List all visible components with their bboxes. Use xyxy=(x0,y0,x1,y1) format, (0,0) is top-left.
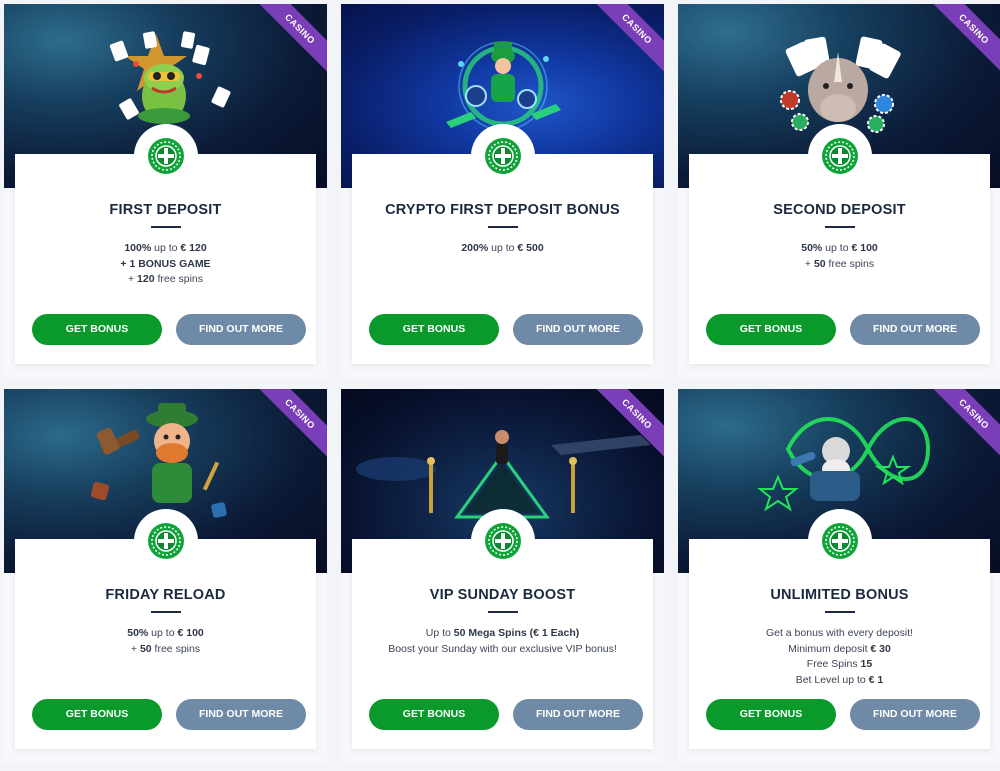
roulette-emblem xyxy=(133,124,198,188)
offer-title: FRIDAY RELOAD xyxy=(105,587,226,603)
description-line: 200% up to € 500 xyxy=(461,242,544,254)
get-bonus-button[interactable]: GET BONUS xyxy=(706,699,836,730)
description-line: 50% up to € 100 xyxy=(127,627,204,639)
offer-description: 100% up to € 120 + 1 BONUS GAME + 120 fr… xyxy=(23,241,308,288)
offer-description: Get a bonus with every deposit! Minimum … xyxy=(697,626,982,688)
description-line: Bet Level up to € 1 xyxy=(795,673,884,686)
find-out-more-button[interactable]: FIND OUT MORE xyxy=(513,699,643,730)
roulette-icon xyxy=(484,138,521,174)
offer-description: Up to 50 Mega Spins (€ 1 Each) Boost you… xyxy=(360,626,645,657)
find-out-more-button[interactable]: FIND OUT MORE xyxy=(513,314,643,345)
roulette-emblem xyxy=(470,509,535,573)
description-line: Boost your Sunday with our exclusive VIP… xyxy=(388,642,617,655)
description-line: 50% up to € 100 xyxy=(801,242,878,254)
roulette-icon xyxy=(484,523,521,559)
title-underline xyxy=(487,226,518,228)
offer-title: VIP SUNDAY BOOST xyxy=(429,587,576,603)
get-bonus-button[interactable]: GET BONUS xyxy=(706,314,836,345)
bonus-card: CASINO FIRST DEPOSIT 100% up to € 120 + … xyxy=(4,4,327,378)
bonus-card: CASINO FRIDAY RELOAD 50% up to € 100 + 5… xyxy=(4,389,327,763)
title-underline xyxy=(487,611,518,613)
offer-title: UNLIMITED BONUS xyxy=(770,587,909,603)
offer-title: SECOND DEPOSIT xyxy=(773,202,906,218)
get-bonus-button[interactable]: GET BONUS xyxy=(369,314,499,345)
get-bonus-button[interactable]: GET BONUS xyxy=(32,314,162,345)
description-line: + 50 free spins xyxy=(804,257,875,270)
roulette-emblem xyxy=(807,124,872,188)
find-out-more-button[interactable]: FIND OUT MORE xyxy=(176,314,306,345)
roulette-icon xyxy=(147,138,184,174)
bonus-card: CASINO CRYPTO FIRST DEPOSIT BONUS 200% u… xyxy=(341,4,664,378)
description-line: Up to 50 Mega Spins (€ 1 Each) xyxy=(425,627,580,639)
offer-title: FIRST DEPOSIT xyxy=(109,202,222,218)
title-underline xyxy=(824,226,855,228)
offer-panel: FIRST DEPOSIT 100% up to € 120 + 1 BONUS… xyxy=(15,124,316,364)
description-line: + 1 BONUS GAME xyxy=(120,257,211,270)
offer-panel: CRYPTO FIRST DEPOSIT BONUS 200% up to € … xyxy=(352,124,653,364)
roulette-icon xyxy=(821,523,858,559)
description-line: Free Spins 15 xyxy=(806,658,873,670)
find-out-more-button[interactable]: FIND OUT MORE xyxy=(850,314,980,345)
find-out-more-button[interactable]: FIND OUT MORE xyxy=(176,699,306,730)
description-line: Minimum deposit € 30 xyxy=(788,642,891,655)
offer-description: 50% up to € 100 + 50 free spins xyxy=(697,241,982,272)
offer-panel: SECOND DEPOSIT 50% up to € 100 + 50 free… xyxy=(689,124,990,364)
offer-panel: FRIDAY RELOAD 50% up to € 100 + 50 free … xyxy=(15,509,316,749)
description-line: 100% up to € 120 xyxy=(124,242,207,254)
roulette-icon xyxy=(147,523,184,559)
description-line: + 120 free spins xyxy=(127,273,204,285)
offer-description: 200% up to € 500 xyxy=(360,241,645,257)
title-underline xyxy=(150,226,181,228)
offer-panel: UNLIMITED BONUS Get a bonus with every d… xyxy=(689,509,990,749)
roulette-icon xyxy=(821,138,858,174)
bonus-card: CASINO VIP SUNDAY BOOST Up to 50 Mega Sp… xyxy=(341,389,664,763)
roulette-emblem xyxy=(133,509,198,573)
bonus-card: CASINO UNLIMITED BONUS Get a bonus with … xyxy=(678,389,1000,763)
description-line: + 50 free spins xyxy=(130,642,201,655)
offer-description: 50% up to € 100 + 50 free spins xyxy=(23,626,308,657)
bonus-card: CASINO SECOND DEPOSIT 50% up to € 100 + … xyxy=(678,4,1000,378)
title-underline xyxy=(824,611,855,613)
title-underline xyxy=(150,611,181,613)
description-line: Get a bonus with every deposit! xyxy=(765,627,914,639)
get-bonus-button[interactable]: GET BONUS xyxy=(32,699,162,730)
roulette-emblem xyxy=(807,509,872,573)
roulette-emblem xyxy=(470,124,535,188)
get-bonus-button[interactable]: GET BONUS xyxy=(369,699,499,730)
offer-panel: VIP SUNDAY BOOST Up to 50 Mega Spins (€ … xyxy=(352,509,653,749)
offer-title: CRYPTO FIRST DEPOSIT BONUS xyxy=(385,202,620,218)
find-out-more-button[interactable]: FIND OUT MORE xyxy=(850,699,980,730)
